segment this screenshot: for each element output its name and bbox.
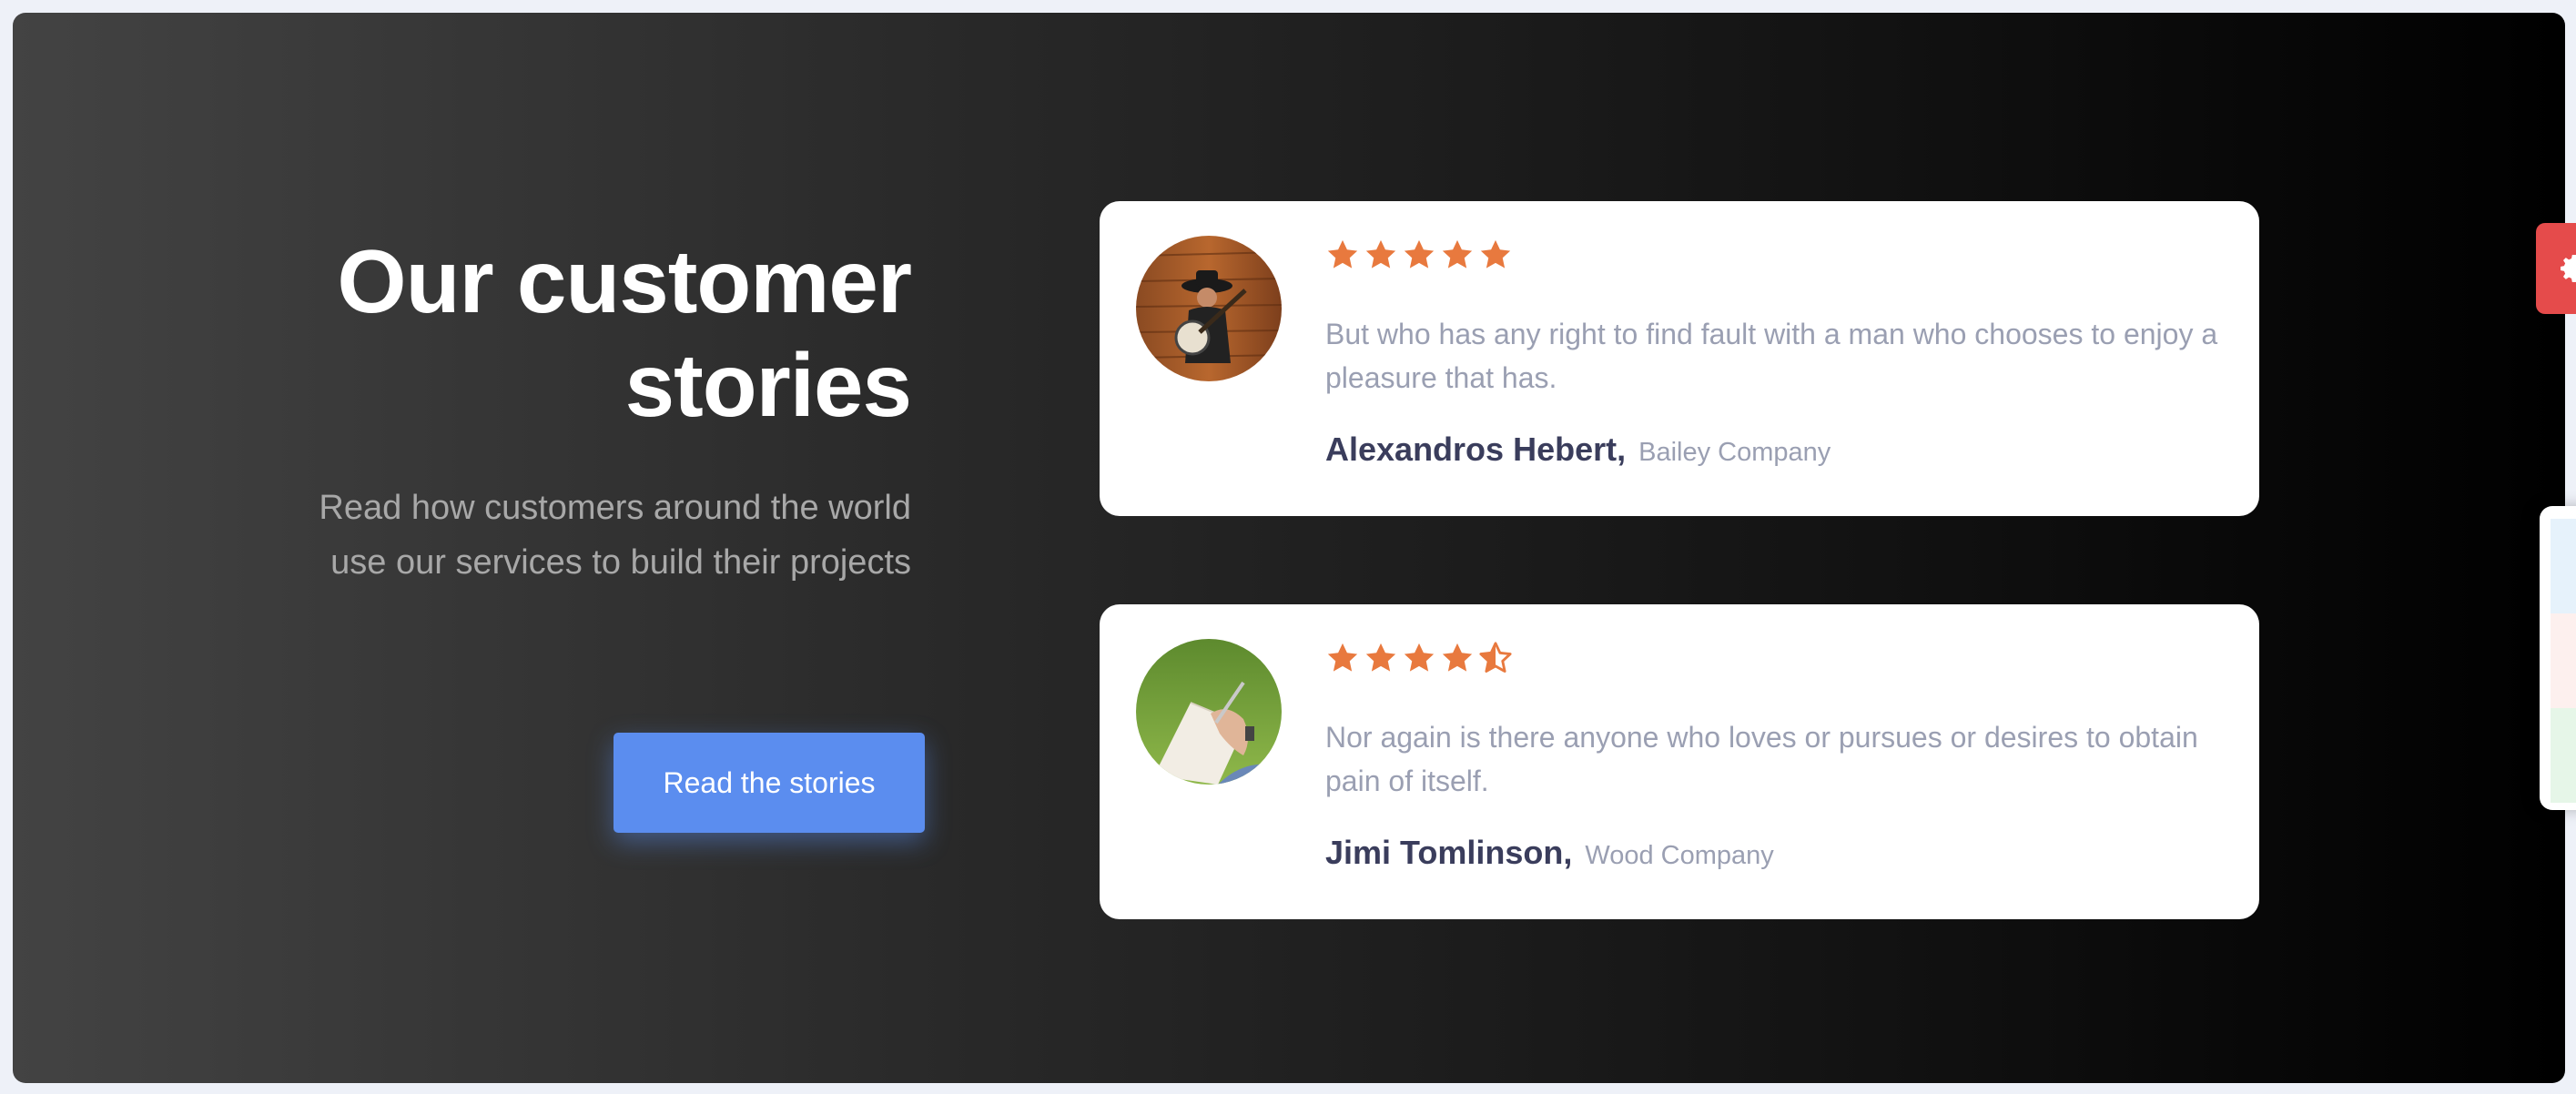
- star-icon: [1325, 641, 1360, 675]
- testimonial-author: Jimi Tomlinson, Wood Company: [1325, 834, 1774, 872]
- star-icon: [1402, 238, 1436, 272]
- testimonial-quote: But who has any right to find fault with…: [1325, 318, 2218, 394]
- color-swatch-green[interactable]: [2551, 708, 2576, 803]
- author-name: Alexandros Hebert: [1325, 431, 1618, 468]
- star-icon: [1478, 238, 1513, 272]
- avatar-photo: [1136, 639, 1282, 785]
- star-icon: [1364, 238, 1398, 272]
- star-icon: [1440, 641, 1475, 675]
- star-icon: [1440, 238, 1475, 272]
- rating-stars: [1325, 641, 1513, 675]
- star-icon: [1364, 641, 1398, 675]
- author-separator: ,: [1563, 834, 1573, 871]
- section-intro: Our customer stories Read how customers …: [286, 229, 912, 590]
- testimonial-card: But who has any right to find fault with…: [1100, 201, 2259, 516]
- author-company: Wood Company: [1585, 841, 1774, 870]
- author-name: Jimi Tomlinson: [1325, 834, 1564, 871]
- author-separator: ,: [1617, 431, 1627, 468]
- read-stories-button[interactable]: Read the stories: [614, 733, 925, 833]
- star-half-icon: [1478, 641, 1513, 675]
- color-swatch-blue[interactable]: [2551, 519, 2576, 613]
- color-switcher-panel[interactable]: [2540, 506, 2576, 810]
- avatar: [1136, 236, 1282, 381]
- section-title: Our customer stories: [286, 229, 912, 437]
- settings-tab[interactable]: [2536, 223, 2576, 314]
- gear-icon: [2561, 255, 2576, 282]
- star-icon: [1402, 641, 1436, 675]
- testimonial-card: Nor again is there anyone who loves or p…: [1100, 604, 2259, 919]
- star-icon: [1325, 238, 1360, 272]
- testimonial-author: Alexandros Hebert, Bailey Company: [1325, 431, 1831, 469]
- section-title-line1: Our customer: [337, 231, 912, 331]
- rating-stars: [1325, 238, 1513, 272]
- testimonial-quote: Nor again is there anyone who loves or p…: [1325, 721, 2198, 797]
- color-swatch-pink[interactable]: [2551, 613, 2576, 708]
- author-company: Bailey Company: [1638, 438, 1831, 467]
- section-description: Read how customers around the world use …: [319, 489, 911, 582]
- avatar-photo: [1136, 236, 1282, 381]
- avatar: [1136, 639, 1282, 785]
- testimonials-section: Our customer stories Read how customers …: [13, 13, 2565, 1083]
- section-title-line2: stories: [624, 335, 912, 435]
